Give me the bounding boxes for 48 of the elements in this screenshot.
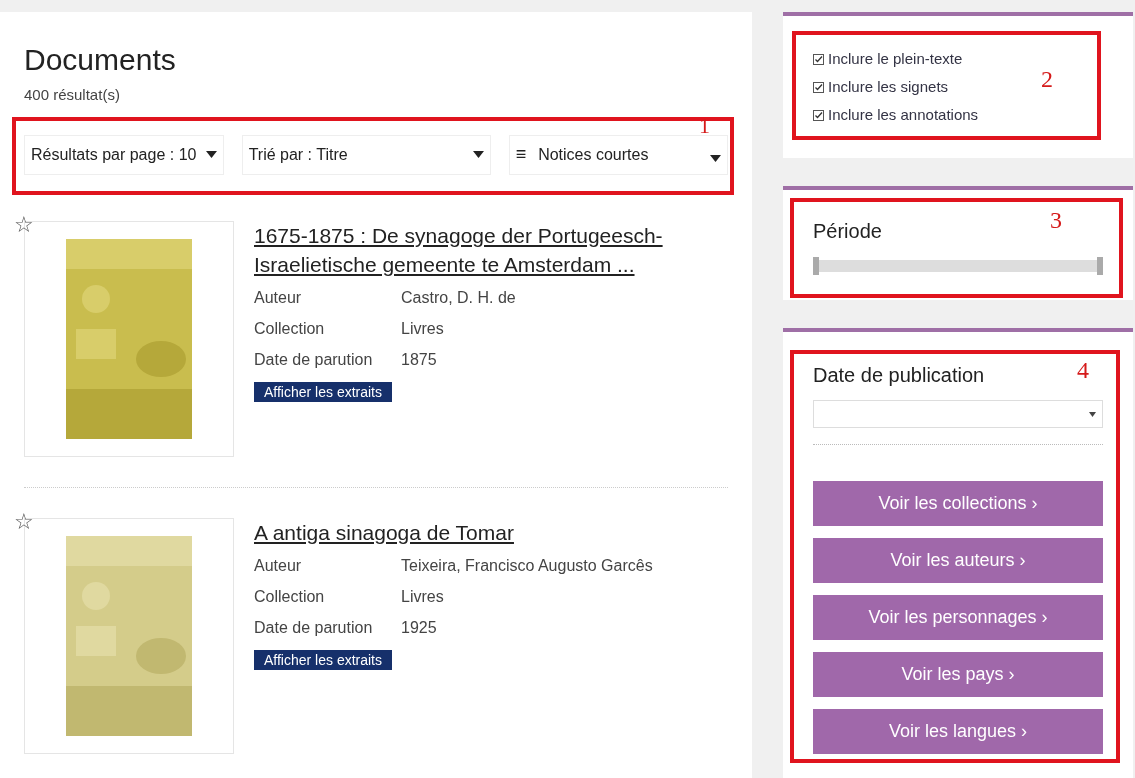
field-value: Teixeira, Francisco Augusto Garcês <box>401 556 653 576</box>
dropdown[interactable]: Résultats par page : 10 <box>24 134 224 175</box>
caret-icon <box>472 151 484 158</box>
page-title: Documents <box>24 42 177 78</box>
checkbox[interactable] <box>813 81 824 93</box>
dropdown[interactable] <box>813 400 1103 428</box>
field-value: 1925 <box>401 618 437 638</box>
checkbox-label: Inclure les signets <box>828 76 949 97</box>
field-value: 1875 <box>401 350 437 370</box>
result-title-link[interactable]: 1675-1875 : De synagoge der Portugeesch-Israelietische gemeente te Amsterdam ... <box>254 220 728 279</box>
slider-handle[interactable] <box>813 257 819 275</box>
browse-button[interactable]: Voir les personnages › <box>813 595 1103 640</box>
dropdown[interactable]: Trié par : Titre <box>241 134 491 175</box>
field-label: Auteur <box>254 556 303 576</box>
annotation-number: 4 <box>1077 358 1089 382</box>
field-label: Auteur <box>254 288 303 308</box>
list-icon: ≡ <box>515 141 527 168</box>
star-icon[interactable]: ☆ <box>14 509 34 534</box>
panel-title: Date de publication <box>813 363 985 388</box>
browse-button[interactable]: Voir les langues › <box>813 709 1103 754</box>
field-value: Livres <box>401 587 444 607</box>
star-icon[interactable]: ☆ <box>14 212 34 237</box>
show-excerpts-button[interactable]: Afficher les extraits <box>254 381 392 402</box>
checkbox-label: Inclure les annotations <box>828 104 979 125</box>
annotation-number: 1 <box>699 118 710 134</box>
field-label: Date de parution <box>254 350 374 370</box>
checkbox[interactable] <box>813 109 824 121</box>
field-label: Date de parution <box>254 618 374 638</box>
result-count: 400 résultat(s) <box>24 85 121 105</box>
checkbox[interactable] <box>813 53 824 65</box>
panel-title: Période <box>813 219 882 244</box>
browse-button[interactable]: Voir les collections › <box>813 481 1103 526</box>
field-label: Collection <box>254 587 326 607</box>
caret-icon <box>710 155 721 162</box>
result-title-link[interactable]: A antiga sinagoga de Tomar <box>254 517 728 547</box>
caret-icon <box>1089 411 1096 417</box>
field-label: Collection <box>254 319 326 339</box>
browse-button[interactable]: Voir les auteurs › <box>813 538 1103 583</box>
slider-handle[interactable] <box>1097 257 1103 275</box>
show-excerpts-button[interactable]: Afficher les extraits <box>254 649 392 670</box>
browse-button[interactable]: Voir les pays › <box>813 652 1103 697</box>
view-select[interactable]: ≡ Notices courtes <box>508 134 728 175</box>
field-value: Castro, D. H. de <box>401 288 516 308</box>
caret-icon <box>205 151 217 158</box>
annotation-number: 2 <box>1041 67 1053 91</box>
annotation-number: 3 <box>1050 208 1062 232</box>
checkbox-label: Inclure le plein-texte <box>828 48 963 69</box>
field-value: Livres <box>401 319 444 339</box>
